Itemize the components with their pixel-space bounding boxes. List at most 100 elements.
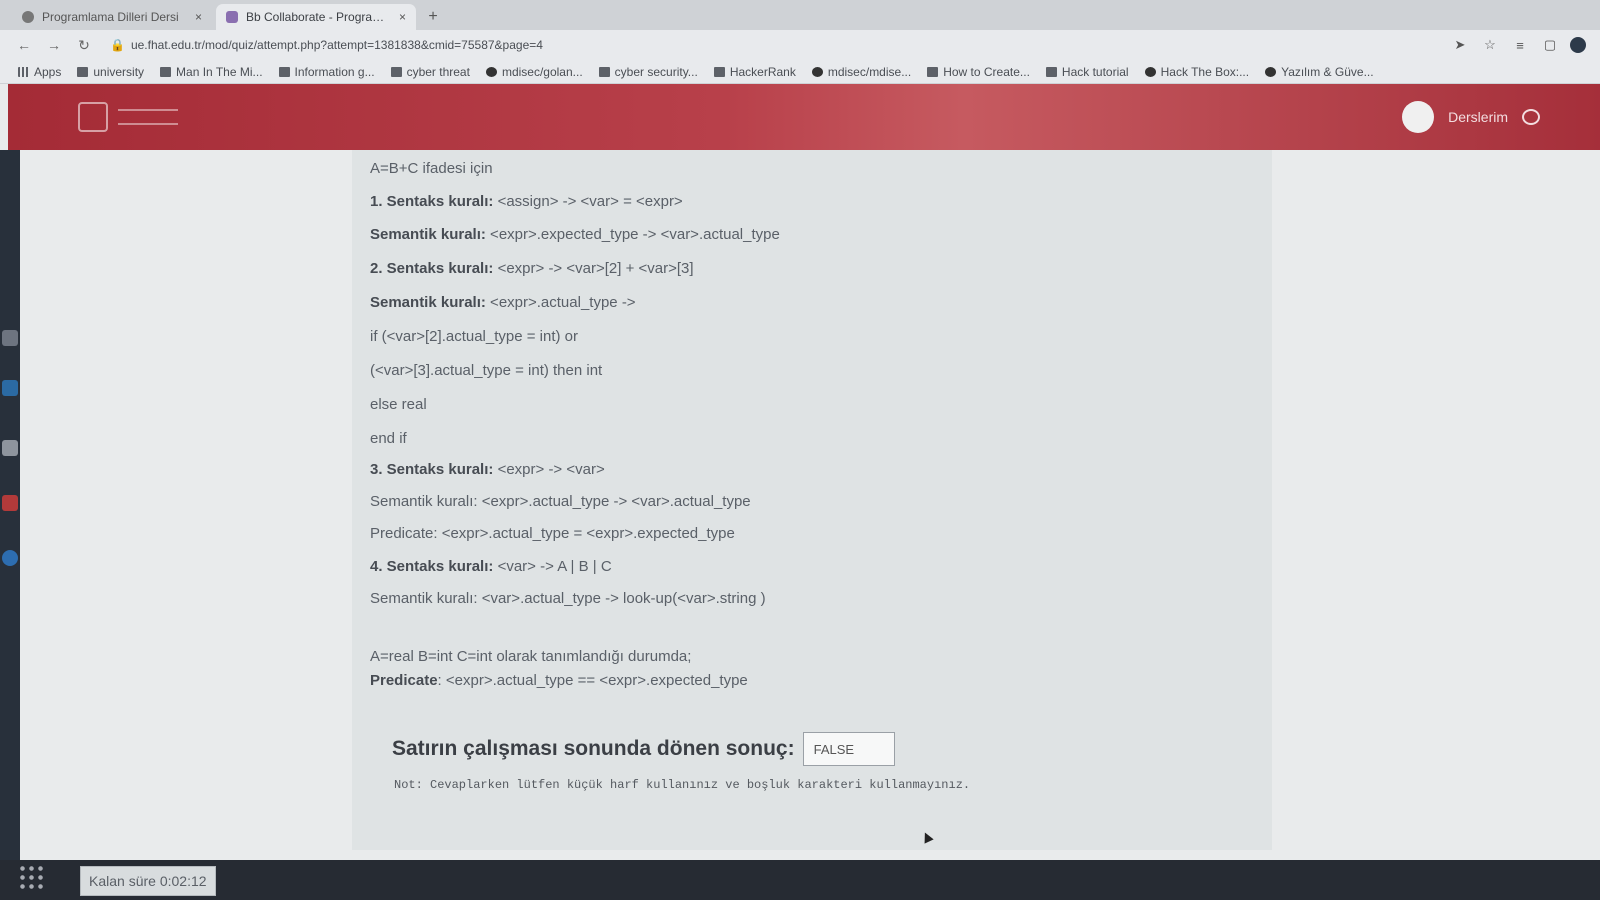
avatar[interactable] (1402, 101, 1435, 133)
close-icon[interactable]: × (195, 10, 202, 24)
document-icon[interactable] (2, 440, 18, 456)
rule-line: else real (370, 396, 427, 413)
rule-heading: Semantik kuralı: (370, 294, 486, 311)
new-tab-button[interactable]: + (420, 4, 446, 30)
rule-text: <assign> -> <var> = <expr> (493, 193, 683, 210)
rule-text: (<var>[3].actual_type = int) then int (370, 362, 603, 379)
bookmark-link[interactable]: How to Create... (927, 65, 1030, 79)
hackthebox-icon (1144, 66, 1156, 77)
url-text: ue.fhat.edu.tr/mod/quiz/attempt.php?atte… (130, 38, 543, 52)
rule-line: end if (370, 430, 407, 447)
rule-line: if (<var>[2].actual_type = int) or (370, 328, 578, 345)
folder-icon (1045, 66, 1057, 77)
rule-text: <expr> -> <var> (493, 461, 605, 478)
rule-heading: Predicate (370, 672, 438, 689)
tab-collaborate[interactable]: Bb Collaborate - Program... × (216, 4, 416, 30)
answer-label: Satırın çalışması sonunda dönen sonuç: (392, 737, 795, 760)
bookmark-link[interactable]: Yazılım & Güve... (1265, 64, 1374, 79)
globe-icon (1265, 66, 1277, 77)
rule-text: Semantik kuralı: <var>.actual_type -> lo… (370, 590, 766, 607)
chat-icon[interactable] (1522, 109, 1540, 125)
bookmark-folder[interactable]: Hack tutorial (1045, 64, 1129, 79)
blue-app-icon[interactable] (2, 380, 18, 396)
answer-row: Satırın çalışması sonunda dönen sonuç: (392, 732, 895, 766)
bookmark-label: cyber threat (406, 64, 470, 79)
rule-line: Semantik kuralı: <var>.actual_type -> lo… (370, 590, 766, 607)
bookmark-label: Apps (34, 64, 62, 79)
site-header: Derslerim (8, 84, 1600, 150)
bookmark-label: Man In The Mi... (176, 64, 263, 79)
pdf-icon[interactable] (2, 495, 18, 511)
collaborate-favicon-icon (226, 11, 238, 23)
bookmark-label: Hack The Box:... (1160, 64, 1250, 79)
github-icon (485, 66, 497, 77)
bookmark-folder[interactable]: Information g... (278, 64, 375, 79)
reload-icon[interactable]: ↻ (74, 37, 94, 54)
logo-icon (78, 102, 108, 132)
left-drawer (0, 150, 20, 900)
app-grid-icon[interactable] (18, 864, 46, 892)
rule-text: Predicate: <expr>.actual_type = <expr>.e… (370, 525, 735, 542)
answer-note: Not: Cevaplarken lütfen küçük harf kulla… (394, 778, 971, 792)
bookmark-link[interactable]: Hack The Box:... (1144, 64, 1250, 79)
tab-title: Bb Collaborate - Program... (246, 10, 391, 24)
rule-line: Semantik kuralı: <expr>.actual_type -> <… (370, 493, 751, 510)
rule-text: else real (370, 396, 427, 413)
lock-icon: 🔒 (110, 38, 125, 52)
bookmark-label: mdisec/mdise... (827, 64, 912, 79)
back-icon[interactable]: ← (14, 37, 34, 53)
bookmark-link[interactable]: HackerRank (713, 65, 796, 79)
tab-title: Programlama Dilleri Dersi (42, 10, 179, 24)
bookmark-folder[interactable]: cyber security... (598, 64, 698, 79)
rule-heading: 3. Sentaks kuralı: (370, 461, 494, 478)
rule-line: 2. Sentaks kuralı: <expr> -> <var>[2] + … (370, 260, 694, 277)
help-icon[interactable] (2, 550, 18, 566)
calendar-icon[interactable] (2, 330, 18, 346)
rule-line: A=real B=int C=int olarak tanımlandığı d… (370, 648, 691, 665)
browser-toolbar: ← → ↻ 🔒 ue.fhat.edu.tr/mod/quiz/attempt.… (0, 30, 1600, 60)
link-icon (927, 66, 939, 77)
profile-icon[interactable] (1570, 37, 1586, 53)
close-icon[interactable]: × (399, 10, 406, 24)
bookmark-apps[interactable]: Apps (18, 65, 61, 79)
github-icon (811, 66, 823, 77)
bookmark-folder[interactable]: university (77, 65, 144, 79)
quiz-timer: Kalan süre 0:02:12 (80, 866, 216, 896)
star-icon[interactable]: ☆ (1480, 37, 1500, 53)
window-icon[interactable]: ▢ (1540, 37, 1560, 53)
rule-text: Semantik kuralı: <expr>.actual_type -> <… (370, 493, 751, 510)
address-bar[interactable]: 🔒 ue.fhat.edu.tr/mod/quiz/attempt.php?at… (104, 34, 1440, 56)
rule-text: <expr>.expected_type -> <var>.actual_typ… (485, 226, 780, 243)
bookmark-link[interactable]: mdisec/golan... (485, 65, 583, 79)
rule-line: Semantik kuralı: <expr>.actual_type -> (370, 294, 636, 311)
site-favicon-icon (22, 11, 34, 23)
rule-heading: 2. Sentaks kuralı: (370, 260, 494, 277)
folder-icon (278, 66, 290, 77)
university-logo[interactable] (78, 102, 178, 132)
playlist-icon[interactable]: ≡ (1510, 38, 1530, 53)
answer-input[interactable] (802, 732, 895, 766)
rule-heading: 4. Sentaks kuralı: (370, 558, 494, 575)
forward-icon[interactable]: → (44, 37, 64, 53)
tab-programlama[interactable]: Programlama Dilleri Dersi × (12, 4, 212, 30)
rule-text: end if (370, 430, 407, 447)
rule-text: <var> -> A | B | C (493, 558, 612, 575)
folder-icon (598, 66, 610, 77)
user-menu[interactable]: Derslerim (1402, 101, 1540, 133)
rule-text: A=real B=int C=int olarak tanımlandığı d… (370, 648, 692, 665)
rule-line: 1. Sentaks kuralı: <assign> -> <var> = <… (370, 193, 683, 210)
share-icon[interactable]: ➤ (1450, 37, 1470, 53)
bookmark-link[interactable]: Man In The Mi... (160, 64, 263, 79)
tab-strip: Programlama Dilleri Dersi × Bb Collabora… (0, 0, 1600, 30)
bookmark-label: Information g... (294, 64, 375, 79)
bookmark-link[interactable]: mdisec/mdise... (811, 64, 912, 79)
screen: Programlama Dilleri Dersi × Bb Collabora… (0, 0, 1600, 900)
rule-text: : <expr>.actual_type == <expr>.expected_… (437, 672, 748, 689)
bookmark-folder[interactable]: cyber threat (390, 64, 470, 79)
user-menu-label[interactable]: Derslerim (1448, 109, 1508, 125)
rule-heading: Semantik kuralı: (370, 226, 486, 243)
question-intro: A=B+C ifadesi için (370, 160, 493, 177)
bookmark-label: cyber security... (614, 64, 698, 79)
bookmark-label: Yazılım & Güve... (1281, 64, 1374, 79)
bookmark-label: Hack tutorial (1061, 64, 1129, 79)
